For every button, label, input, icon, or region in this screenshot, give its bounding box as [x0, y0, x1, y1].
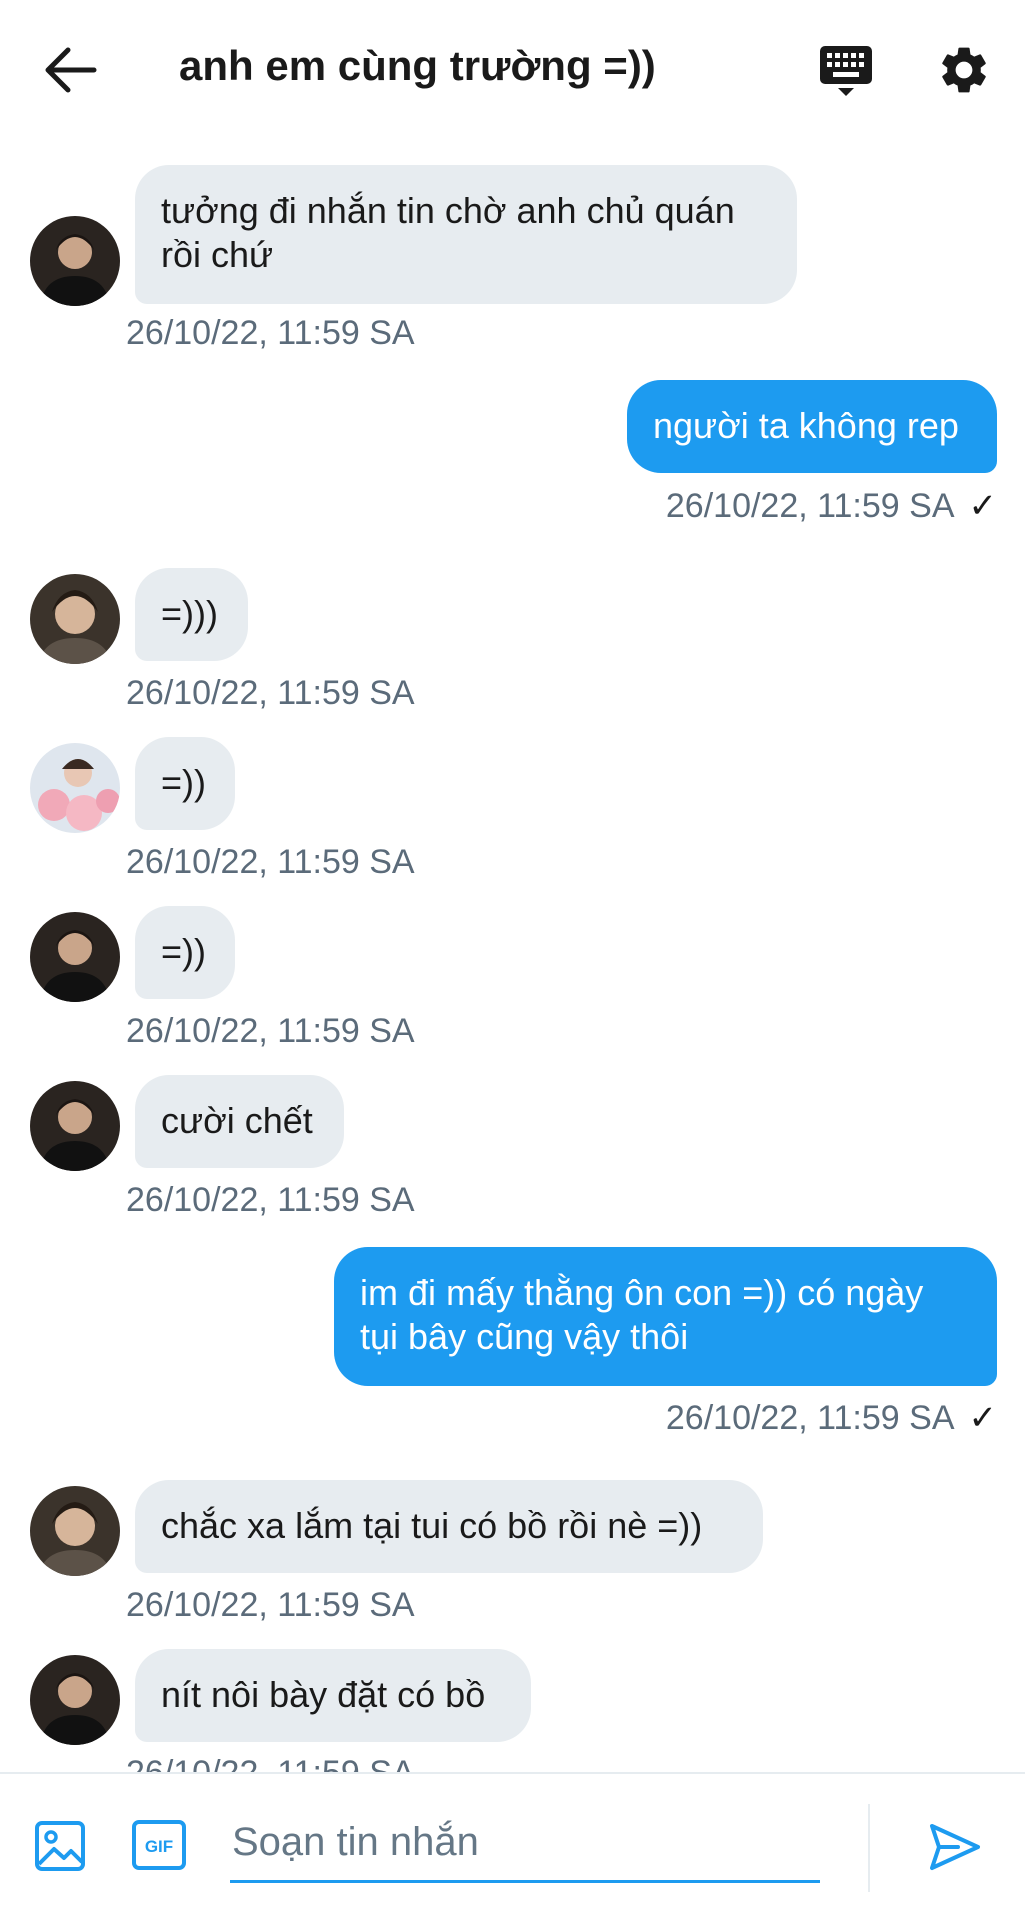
message-timestamp: 26/10/22, 11:59 SA — [126, 1181, 415, 1219]
message-bubble-incoming[interactable]: =)) — [135, 737, 235, 830]
message-text-line: rồi chứ — [161, 234, 274, 275]
message-text: nít nôi bày đặt có bồ — [161, 1674, 486, 1715]
conversation-title: anh em cùng trường =)) — [179, 42, 656, 89]
arrow-left-icon[interactable] — [40, 44, 100, 96]
message-bubble-incoming[interactable]: nít nôi bày đặt có bồ — [135, 1649, 531, 1742]
message-bubble-incoming[interactable]: =)) — [135, 906, 235, 999]
message-input[interactable] — [230, 1802, 824, 1882]
message-timestamp: 26/10/22, 11:59 SA — [126, 1586, 415, 1624]
message-timestamp: 26/10/22, 11:59 SA — [126, 1012, 415, 1050]
keyboard-icon[interactable] — [818, 44, 874, 100]
message-text: =)) — [161, 762, 206, 803]
message-bubble-incoming[interactable]: tưởng đi nhắn tin chờ anh chủ quán rồi c… — [135, 165, 797, 304]
avatar[interactable] — [30, 1486, 120, 1576]
message-timestamp: 26/10/22, 11:59 SA — [126, 843, 415, 881]
chat-header: anh em cùng trường =)) — [0, 0, 1025, 140]
send-icon[interactable] — [928, 1820, 982, 1874]
message-bubble-outgoing[interactable]: im đi mấy thằng ôn con =)) có ngày tụi b… — [334, 1247, 997, 1386]
sent-check-icon: ✓ — [968, 487, 998, 525]
message-timestamp-row: 26/10/22, 11:59 SA ✓ — [666, 1398, 997, 1438]
message-text: cười chết — [161, 1100, 313, 1141]
message-timestamp: 26/10/22, 11:59 SA — [665, 487, 955, 525]
avatar[interactable] — [30, 216, 120, 306]
message-bubble-incoming[interactable]: =))) — [135, 568, 248, 661]
gif-label: GIF — [145, 1837, 173, 1856]
message-timestamp-row: 26/10/22, 11:59 SA ✓ — [666, 486, 997, 526]
message-timestamp: 26/10/22, 11:59 SA — [126, 674, 415, 712]
message-input-wrapper — [230, 1802, 824, 1883]
message-bubble-incoming[interactable]: chắc xa lắm tại tui có bồ rồi nè =)) — [135, 1480, 763, 1573]
message-text: người ta không rep — [653, 405, 959, 446]
sent-check-icon: ✓ — [968, 1399, 998, 1437]
gif-icon[interactable]: GIF — [132, 1820, 186, 1870]
message-bubble-incoming[interactable]: cười chết — [135, 1075, 344, 1168]
gear-icon[interactable] — [936, 42, 992, 98]
message-text: chắc xa lắm tại tui có bồ rồi nè =)) — [161, 1505, 703, 1546]
image-icon[interactable] — [34, 1820, 86, 1872]
avatar[interactable] — [30, 743, 120, 833]
avatar[interactable] — [30, 1655, 120, 1745]
message-bubble-outgoing[interactable]: người ta không rep — [627, 380, 997, 473]
message-text: =)) — [161, 931, 206, 972]
message-timestamp: 26/10/22, 11:59 SA — [126, 1754, 415, 1772]
message-text-line: im đi mấy thằng ôn con =)) có ngày — [360, 1272, 924, 1313]
composer-divider — [868, 1804, 870, 1892]
composer-bar: GIF — [0, 1772, 1025, 1922]
message-timestamp: 26/10/22, 11:59 SA — [665, 1399, 955, 1437]
avatar[interactable] — [30, 1081, 120, 1171]
avatar[interactable] — [30, 574, 120, 664]
message-timestamp: 26/10/22, 11:59 SA — [126, 314, 415, 352]
message-text: =))) — [161, 593, 218, 634]
avatar[interactable] — [30, 912, 120, 1002]
message-text-line: tưởng đi nhắn tin chờ anh chủ quán — [161, 190, 735, 231]
message-list[interactable]: tưởng đi nhắn tin chờ anh chủ quán rồi c… — [0, 140, 1025, 1772]
message-text-line: tụi bây cũng vậy thôi — [360, 1316, 689, 1357]
